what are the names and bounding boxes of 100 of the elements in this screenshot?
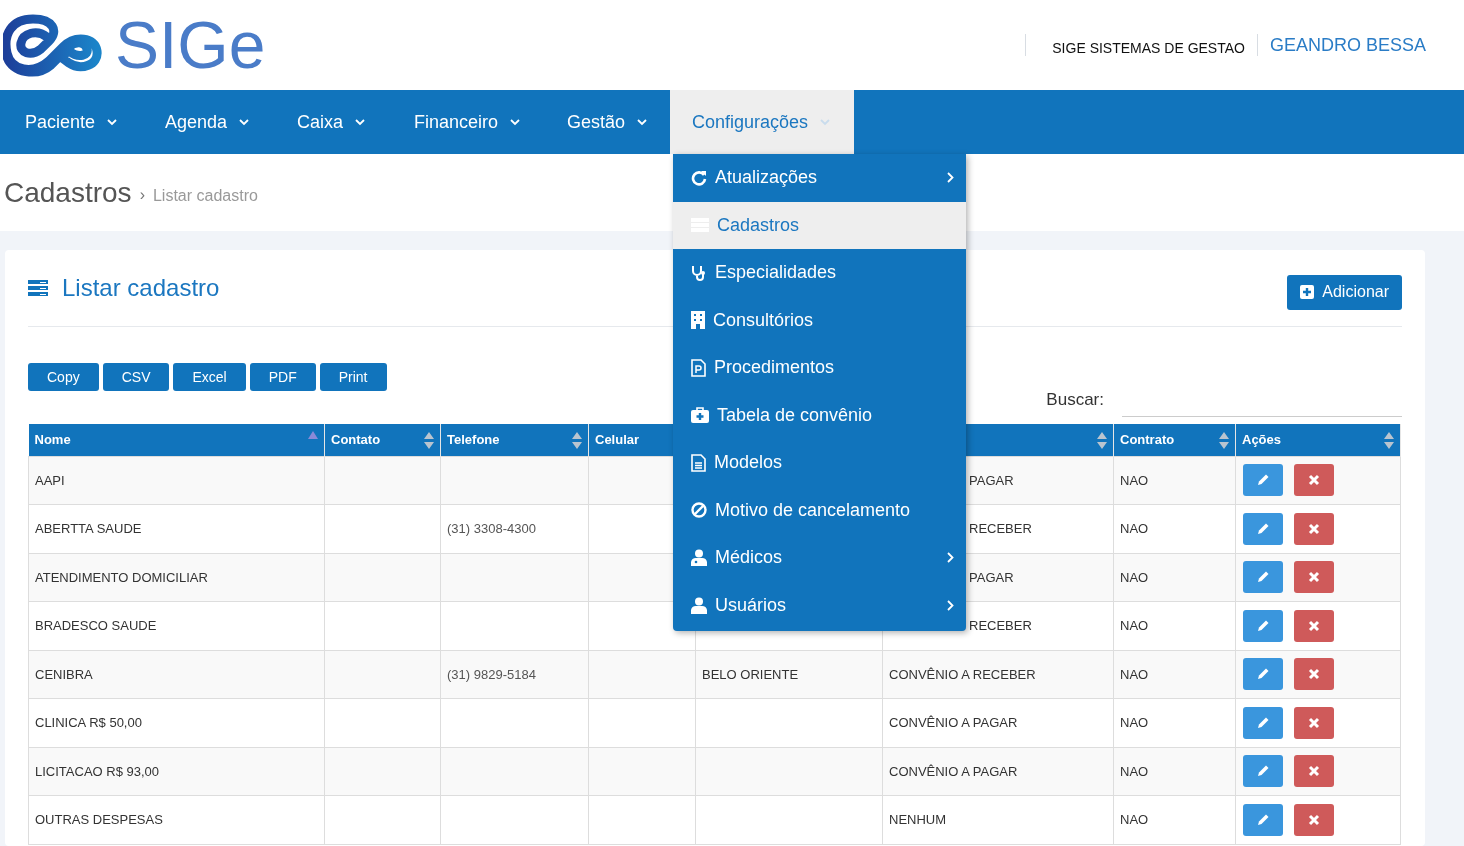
doctor-icon [691, 549, 707, 567]
delete-button[interactable] [1294, 755, 1334, 788]
column-header[interactable]: Contato [324, 424, 441, 456]
table-cell: CONVÊNIO A PAGAR [882, 747, 1114, 796]
edit-button[interactable] [1243, 609, 1283, 642]
company-name: SIGE SISTEMAS DE GESTAO [1052, 38, 1245, 58]
delete-button[interactable] [1294, 706, 1334, 739]
chevron-down-icon [355, 118, 366, 126]
user-link[interactable]: GEANDRO BESSA [1269, 31, 1426, 59]
edit-button[interactable] [1243, 658, 1283, 691]
pencil-icon [1256, 667, 1270, 682]
close-icon [1308, 813, 1320, 826]
sort-icon[interactable] [1097, 432, 1107, 449]
edit-button[interactable] [1243, 803, 1283, 836]
table-cell: ATENDIMENTO DOMICILIAR [28, 553, 325, 602]
nav-menu-item[interactable]: Gestão [542, 90, 670, 154]
dropdown-menu-item[interactable]: Atualizações [673, 154, 966, 202]
pencil-icon [1256, 570, 1270, 585]
close-icon [1308, 619, 1320, 632]
table-cell: NENHUM [882, 795, 1114, 844]
nav-menu-item[interactable]: Configurações [670, 90, 854, 154]
breadcrumb-link[interactable]: Listar cadastro [152, 177, 258, 208]
close-icon [1308, 474, 1320, 487]
pencil-icon [1256, 618, 1270, 633]
chevron-down-icon [637, 118, 648, 126]
table-cell: NAO [1113, 553, 1236, 602]
table-cell: (31) 3308-4300 [440, 504, 589, 553]
chevron-down-icon [107, 118, 118, 126]
pencil-icon [1256, 715, 1270, 730]
document-icon [691, 453, 706, 472]
list-icon [28, 280, 48, 296]
export-button[interactable]: CSV [102, 363, 170, 391]
add-button[interactable]: Adicionar [1287, 274, 1402, 310]
pencil-icon [1256, 521, 1270, 536]
medkit-icon [691, 407, 709, 424]
edit-button[interactable] [1243, 755, 1283, 788]
sort-icon[interactable] [424, 432, 434, 449]
edit-button[interactable] [1243, 561, 1283, 594]
dropdown-menu-item[interactable]: Procedimentos [673, 344, 966, 392]
nav-menu-item[interactable]: Agenda [140, 90, 272, 154]
table-cell: CONVÊNIO A RECEBER [882, 650, 1114, 699]
export-button[interactable]: PDF [249, 363, 316, 391]
pencil-icon [1256, 764, 1270, 779]
user-icon [691, 596, 707, 614]
edit-button[interactable] [1243, 706, 1283, 739]
column-header[interactable]: Ações [1235, 424, 1401, 456]
nav-menu-item[interactable]: Paciente [0, 90, 140, 154]
refresh-icon [691, 169, 707, 186]
ban-icon [691, 502, 707, 519]
dropdown-menu-item[interactable]: Cadastros [673, 201, 966, 249]
table-cell: CONVÊNIO A PAGAR [882, 698, 1114, 747]
delete-button[interactable] [1294, 803, 1334, 836]
card-title: Listar cadastro [62, 273, 220, 303]
edit-button[interactable] [1243, 464, 1283, 497]
column-header[interactable]: Contrato [1113, 424, 1236, 456]
close-icon [1308, 522, 1320, 535]
chevron-down-icon [820, 118, 831, 126]
export-button[interactable]: Print [319, 363, 387, 391]
table-cell: NAO [1113, 504, 1236, 553]
search-label: Buscar: [1046, 389, 1104, 412]
nav-menu-item[interactable]: Financeiro [389, 90, 542, 154]
pencil-icon [1256, 473, 1270, 488]
dropdown-menu-item[interactable]: Consultórios [673, 296, 966, 344]
plus-square-icon [1300, 285, 1315, 299]
delete-button[interactable] [1294, 561, 1334, 594]
page-title: Cadastros [4, 175, 132, 210]
table-cell: NAO [1113, 456, 1236, 505]
table-cell: ABERTTA SAUDE [28, 504, 325, 553]
stethoscope-icon [691, 264, 707, 281]
pencil-icon [1256, 812, 1270, 827]
chevron-down-icon [510, 118, 521, 126]
delete-button[interactable] [1294, 512, 1334, 545]
table-cell: BRADESCO SAUDE [28, 601, 325, 650]
sort-icon[interactable] [572, 432, 582, 449]
close-icon [1308, 716, 1320, 729]
export-button[interactable]: Excel [173, 363, 246, 391]
export-button[interactable]: Copy [28, 363, 99, 391]
table-cell: NAO [1113, 601, 1236, 650]
delete-button[interactable] [1294, 609, 1334, 642]
sort-icon[interactable] [1219, 432, 1229, 449]
nav-menu-item[interactable]: Caixa [272, 90, 389, 154]
table-cell: (31) 9829-5184 [440, 650, 589, 699]
table-cell: NAO [1113, 698, 1236, 747]
document-icon [691, 358, 706, 377]
column-header[interactable]: Telefone [440, 424, 589, 456]
sort-icon[interactable] [1384, 432, 1394, 449]
delete-button[interactable] [1294, 464, 1334, 497]
table-cell: NAO [1113, 747, 1236, 796]
table-cell: CLINICA R$ 50,00 [28, 698, 325, 747]
chevron-down-icon [239, 118, 250, 126]
column-header[interactable]: Nome [28, 424, 325, 456]
sort-up-icon[interactable] [308, 431, 318, 439]
edit-button[interactable] [1243, 512, 1283, 545]
table-cell: CENIBRA [28, 650, 325, 699]
table-cell: LICITACAO R$ 93,00 [28, 747, 325, 796]
dropdown-menu-item[interactable]: Especialidades [673, 249, 966, 297]
table-cell: AAPI [28, 456, 325, 505]
delete-button[interactable] [1294, 658, 1334, 691]
table-cell: OUTRAS DESPESAS [28, 795, 325, 844]
close-icon [1308, 765, 1320, 778]
